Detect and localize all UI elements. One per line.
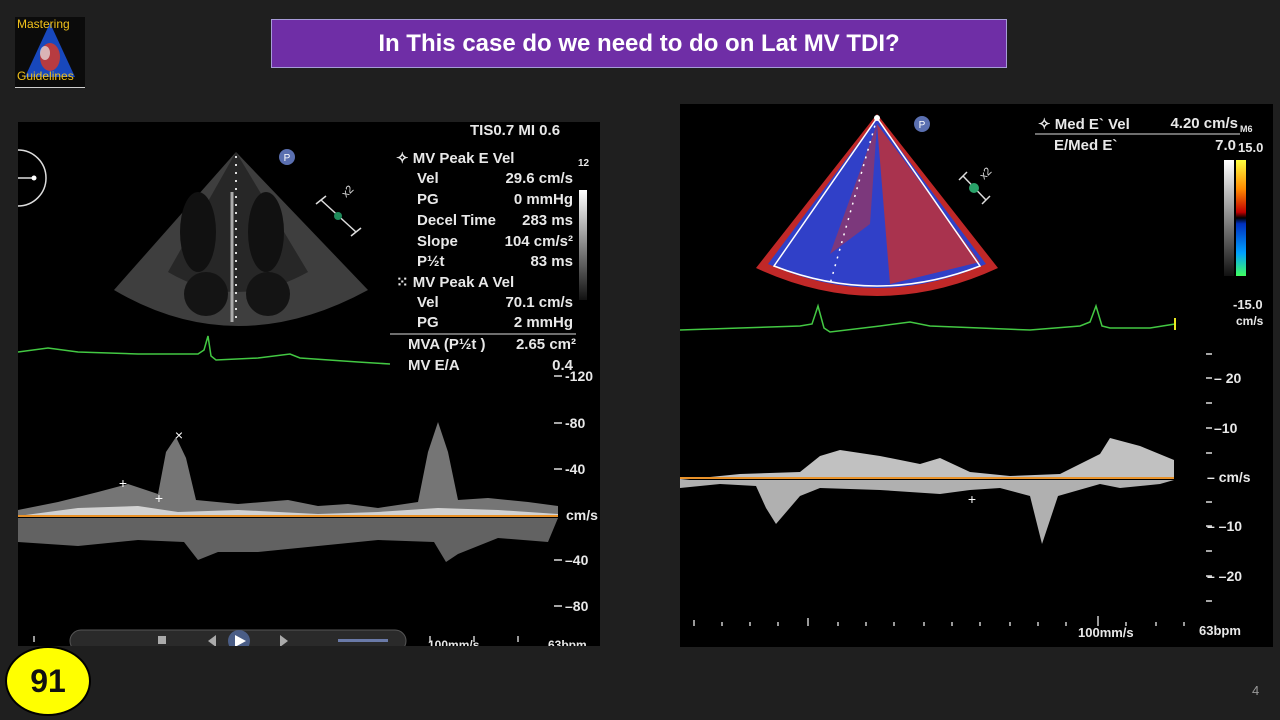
grayscale-label: 12 [578,158,590,169]
mva-label: MVA (P½t ) [408,336,486,353]
e-med-e-label: E/Med E` [1054,137,1118,154]
left-scale-tick-4: –40 [565,552,589,568]
left-spectral-envelope-top [18,422,558,516]
color-scale-max: 15.0 [1238,140,1264,155]
right-scale-tick-20-top: – 20 [1214,370,1242,386]
grayscale-bar [579,190,587,300]
slide-number: 4 [1252,683,1260,698]
a-vel-value: 70.1 cm/s [505,294,573,311]
left-scale-tick-2: -80 [565,415,586,431]
med-e-label: ✧ Med E` Vel [1038,116,1130,133]
probe-label: P [284,153,291,164]
velocity-color-bar [1224,160,1234,276]
e-vel-label: Vel [417,170,439,187]
right-spectral-trace-bottom [680,480,1174,544]
logo: Mastering Guidelines [15,17,85,88]
mva-value: 2.65 cm² [515,336,576,353]
e-pg-value: 0 mmHg [513,191,573,208]
a-vel-label: Vel [417,294,439,311]
decel-time-label: Decel Time [417,212,496,229]
volume-slider[interactable] [338,639,388,642]
svg-text:×: × [175,427,183,443]
svg-text:+: + [968,491,976,507]
right-scale-tick-10-bottom: – –10 [1207,518,1243,534]
right-sweep-speed: 100mm/s [1078,625,1134,640]
color-scale-unit: cm/s [1236,314,1264,328]
m6-mark: M6 [1240,124,1253,134]
slope-label: Slope [417,233,458,250]
left-ecg-trace [18,335,391,365]
pht-label: P½t [417,253,445,270]
pht-value: 83 ms [530,253,573,270]
mitral-inflow-doppler-panel: P x2 × + + TIS0.7 MI 0.6 12 ✧ MV Peak E … [18,122,600,646]
left-spectral-envelope-bottom [18,518,558,562]
left-scale-tick-1: -120 [565,368,594,384]
svg-text:+: + [155,490,163,506]
right-scale-tick-20-bottom: – –20 [1207,568,1243,584]
a-pg-label: PG [417,314,439,331]
right-ecg-trace [680,303,1176,333]
svg-text:+: + [119,475,127,491]
tis-mi-readout: TIS0.7 MI 0.6 [470,122,561,139]
left-scale-unit: cm/s [566,507,598,523]
tissue-doppler-panel: P x2 + ✧ Med E` Vel 4.20 cm/s M6 E/Med E… [680,104,1273,647]
slope-value: 104 cm/s² [504,233,573,250]
right-heart-rate: 63bpm [1199,623,1241,638]
logo-text-bottom: Guidelines [17,69,74,83]
a-pg-value: 2 mmHg [513,314,573,331]
logo-text-top: Mastering [17,17,70,31]
left-heart-rate: 63bpm [548,638,587,646]
zoom-label: x2 [340,183,357,200]
right-probe-label: P [919,120,926,131]
right-scale-unit: – cm/s [1207,469,1251,485]
right-echo-graphics: P x2 + [680,114,1246,626]
left-scale-tick-5: –80 [565,598,589,614]
stop-icon[interactable] [158,636,166,644]
left-sweep-speed: 100mm/s [428,638,480,646]
e-pg-label: PG [417,191,439,208]
right-scale-tick-10-top: –10 [1214,420,1238,436]
color-scale-min: -15.0 [1233,297,1263,312]
med-e-value: 4.20 cm/s [1170,115,1238,132]
right-zoom-label: x2 [978,165,995,182]
e-wave-title: ✧ MV Peak E Vel [396,150,515,167]
slide-title: In This case do we need to do on Lat MV … [271,19,1007,68]
ea-label: MV E/A [408,357,460,374]
a-wave-title: ⁙ MV Peak A Vel [396,274,515,291]
decel-time-value: 283 ms [522,212,573,229]
slide-badge: 91 [5,646,91,716]
left-scale-tick-3: -40 [565,461,586,477]
e-med-e-value: 7.0 [1215,137,1236,154]
e-vel-value: 29.6 cm/s [505,170,573,187]
right-spectral-trace-top [680,438,1174,480]
